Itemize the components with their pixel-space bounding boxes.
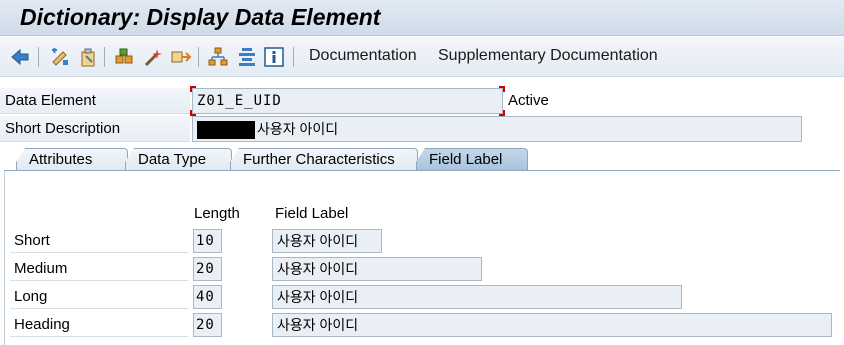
title-bar: Dictionary: Display Data Element: [0, 0, 844, 36]
heading-label-field[interactable]: 사용자 아이디: [272, 313, 832, 337]
short-description-label: Short Description: [0, 116, 190, 142]
tab-attributes[interactable]: Attributes: [16, 148, 128, 171]
tab-strip: Attributes Data Type Further Characteris…: [4, 148, 840, 171]
info-icon[interactable]: [263, 46, 285, 68]
medium-length-field[interactable]: 20: [193, 257, 222, 281]
navigation-window-icon[interactable]: [236, 46, 258, 68]
toolbar-separator: [38, 47, 39, 67]
heading-row-label: Heading: [10, 313, 188, 337]
tab-label: Data Type: [138, 151, 207, 168]
toolbar-separator: [198, 47, 199, 67]
short-description-field[interactable]: 사용자 아이디: [192, 116, 802, 142]
toolbar-separator: [293, 47, 294, 67]
redacted-block: [197, 121, 255, 140]
check-icon[interactable]: [113, 46, 135, 68]
tab-data-type[interactable]: Data Type: [125, 148, 232, 171]
short-label-field[interactable]: 사용자 아이디: [272, 229, 382, 253]
short-row-label: Short: [10, 229, 188, 253]
medium-label-field[interactable]: 사용자 아이디: [272, 257, 482, 281]
activate-icon[interactable]: [142, 46, 164, 68]
where-used-icon[interactable]: [170, 46, 192, 68]
toolbar-separator: [104, 47, 105, 67]
back-arrow-icon[interactable]: [9, 46, 31, 68]
heading-length-field[interactable]: 20: [193, 313, 222, 337]
long-row-label: Long: [10, 285, 188, 309]
medium-row-label: Medium: [10, 257, 188, 281]
status-text: Active: [508, 92, 549, 109]
long-length-field[interactable]: 40: [193, 285, 222, 309]
required-marker: [190, 86, 196, 92]
long-label-field[interactable]: 사용자 아이디: [272, 285, 682, 309]
tab-field-label[interactable]: Field Label: [416, 148, 528, 171]
documentation-button[interactable]: Documentation: [309, 47, 417, 65]
tab-label: Field Label: [429, 151, 503, 168]
short-length-field[interactable]: 10: [193, 229, 222, 253]
required-marker: [499, 86, 505, 92]
display-change-icon[interactable]: [77, 46, 99, 68]
object-list-icon[interactable]: [207, 46, 229, 68]
other-object-icon[interactable]: [49, 46, 71, 68]
tab-further-characteristics[interactable]: Further Characteristics: [230, 148, 418, 171]
tab-label: Attributes: [29, 151, 93, 168]
tab-label: Further Characteristics: [243, 151, 395, 168]
supplementary-documentation-button[interactable]: Supplementary Documentation: [438, 47, 658, 65]
window-title: Dictionary: Display Data Element: [20, 4, 381, 30]
field-label-column-header: Field Label: [275, 205, 349, 222]
application-toolbar: Documentation Supplementary Documentatio…: [0, 37, 844, 77]
data-element-label: Data Element: [0, 88, 190, 114]
data-element-field[interactable]: Z01_E_UID: [192, 88, 503, 114]
short-description-text: 사용자 아이디: [257, 121, 339, 137]
length-column-header: Length: [194, 205, 240, 222]
